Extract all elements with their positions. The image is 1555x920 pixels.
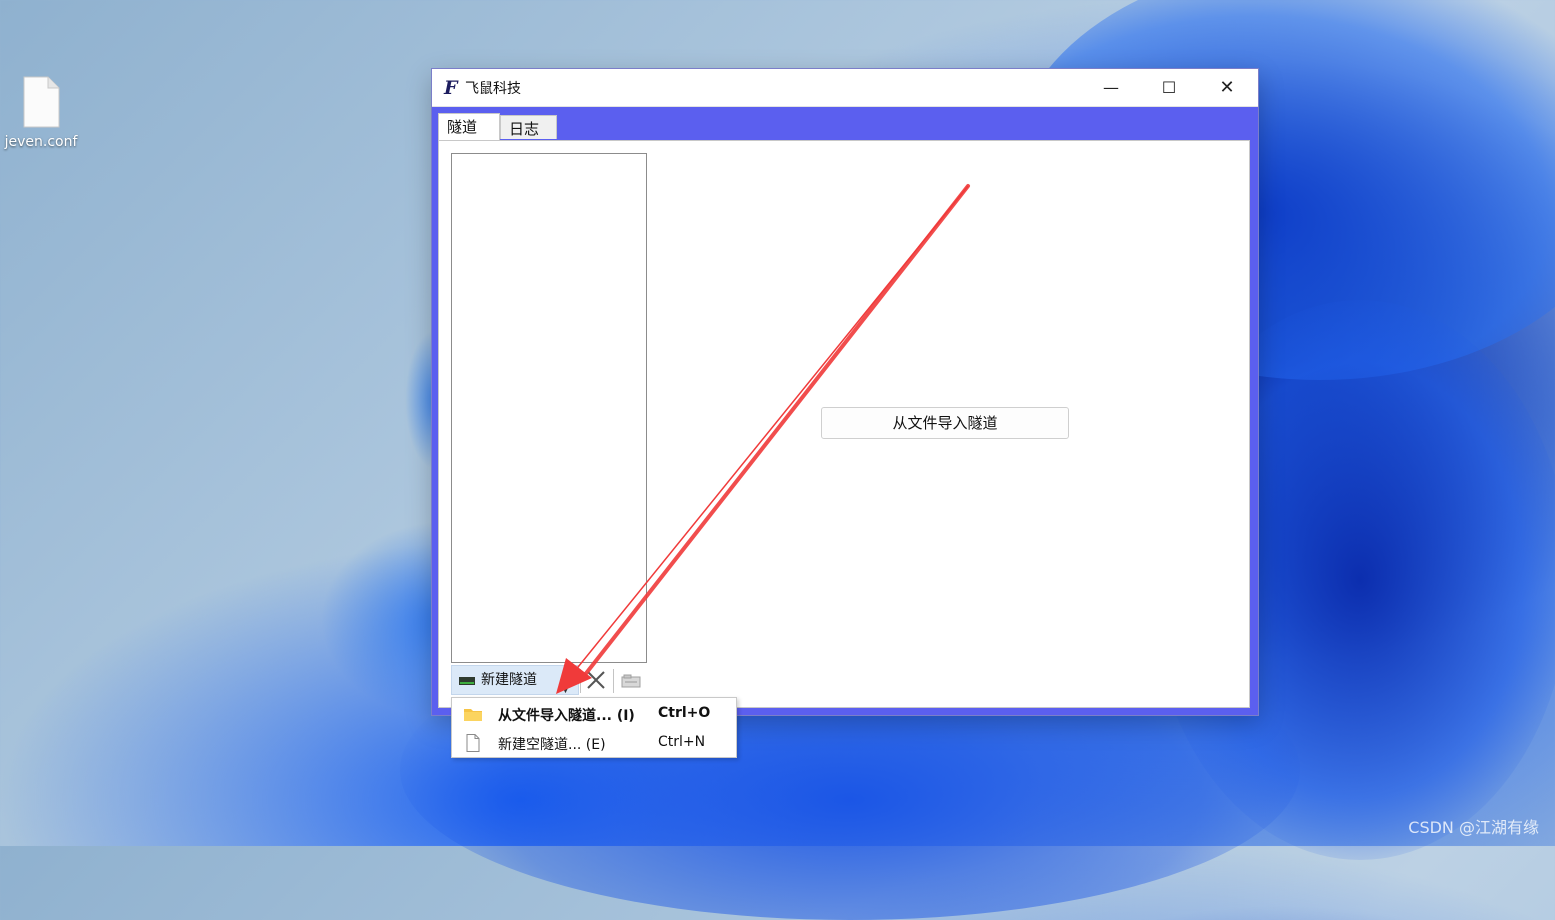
menu-item-import-from-file[interactable]: 从文件导入隧道... (I) Ctrl+O	[452, 699, 736, 728]
menu-item-new-empty-tunnel[interactable]: 新建空隧道... (E) Ctrl+N	[452, 728, 736, 757]
tunnel-toolbar: 新建隧道 ▼	[451, 665, 651, 697]
maximize-button[interactable]: ☐	[1140, 69, 1198, 106]
app-logo-icon: F	[444, 77, 458, 99]
desktop-file-label: jeven.conf	[4, 134, 78, 150]
delete-tunnel-icon[interactable]	[585, 669, 607, 691]
close-button[interactable]: ✕	[1198, 69, 1256, 106]
import-from-file-button[interactable]: 从文件导入隧道	[821, 407, 1069, 439]
tunnel-list[interactable]	[451, 153, 647, 663]
app-window: F 飞鼠科技 — ☐ ✕ 隧道 日志 新建隧道 ▼ 从文件导入隧道	[432, 69, 1258, 715]
folder-icon	[464, 709, 482, 721]
new-tunnel-label: 新建隧道	[481, 672, 537, 688]
watermark-text: CSDN @江湖有缘	[1408, 818, 1539, 837]
new-tunnel-context-menu: 从文件导入隧道... (I) Ctrl+O 新建空隧道... (E) Ctrl+…	[451, 697, 737, 758]
desktop-file-icon[interactable]: jeven.conf	[0, 76, 82, 150]
window-title: 飞鼠科技	[465, 81, 521, 97]
menu-item-label: 新建空隧道... (E)	[498, 737, 606, 753]
export-icon[interactable]	[621, 674, 641, 688]
tab-tunnels[interactable]: 隧道	[438, 113, 500, 142]
menu-item-shortcut: Ctrl+O	[658, 705, 711, 721]
toolbar-divider	[580, 669, 581, 693]
title-bar[interactable]: F 飞鼠科技 — ☐ ✕	[432, 69, 1258, 107]
menu-item-shortcut: Ctrl+N	[658, 734, 706, 750]
menu-item-label: 从文件导入隧道... (I)	[498, 708, 635, 724]
tab-logs[interactable]: 日志	[500, 115, 557, 139]
minimize-button[interactable]: —	[1082, 69, 1140, 106]
file-icon	[22, 76, 60, 128]
new-tunnel-button[interactable]: 新建隧道 ▼	[451, 665, 579, 695]
toolbar-divider	[613, 669, 614, 693]
tunnel-icon	[459, 677, 475, 685]
file-icon	[466, 734, 480, 752]
tunnels-panel: 新建隧道 ▼ 从文件导入隧道	[438, 140, 1250, 708]
